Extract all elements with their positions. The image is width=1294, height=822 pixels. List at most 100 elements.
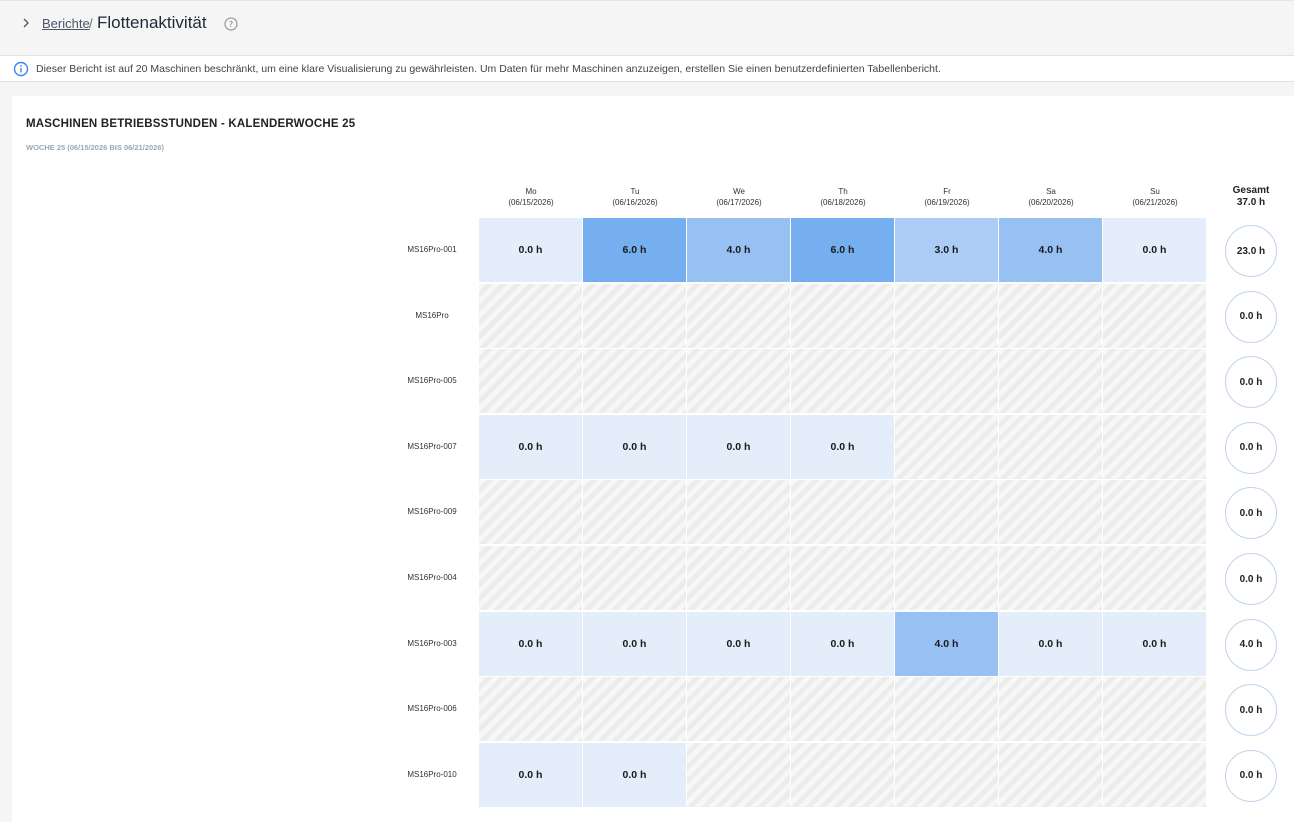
heatmap-cell-empty [895,546,998,610]
report-title: MASCHINEN BETRIEBSSTUNDEN - KALENDERWOCH… [26,118,356,130]
heatmap-cell[interactable]: 0.0 h [479,218,582,282]
heatmap-cell[interactable]: 4.0 h [999,218,1102,282]
heatmap-cell[interactable]: 0.0 h [479,414,582,479]
chevron-right-icon[interactable] [18,15,34,31]
heatmap-cell-empty [999,742,1102,807]
heatmap-cell[interactable]: 0.0 h [583,414,686,479]
row-total-circle: 0.0 h [1225,356,1277,409]
machine-label: MS16Pro-003 [407,638,457,648]
heatmap-cell[interactable]: 0.0 h [1103,218,1206,282]
day-name: Su [1150,187,1160,196]
heatmap-cell-empty [583,677,686,742]
heatmap-cell-empty [1103,349,1206,414]
heatmap-cell[interactable]: 0.0 h [999,611,1102,676]
heatmap-cell-empty [687,480,790,545]
heatmap-cell-empty [999,283,1102,348]
heatmap-cell-empty [999,546,1102,610]
heatmap-cell-empty [687,283,790,348]
help-circle-icon[interactable]: ? [224,17,238,31]
machine-label: MS16Pro-005 [407,376,457,386]
day-date: (06/16/2026) [612,198,658,207]
heatmap-cell[interactable]: 6.0 h [791,218,894,282]
report-subtitle: WOCHE 25 (06/15/2026 BIS 06/21/2026) [26,143,164,152]
heatmap-cell[interactable]: 6.0 h [583,218,686,282]
machine-label: MS16Pro-010 [407,769,457,779]
machine-label: MS16Pro-007 [407,441,457,451]
day-date: (06/20/2026) [1028,198,1074,207]
heatmap-cell[interactable]: 0.0 h [687,611,790,676]
row-total-circle: 4.0 h [1225,618,1277,671]
heatmap-cell[interactable]: 4.0 h [687,218,790,282]
day-header-th: Th (06/18/2026) [791,186,895,208]
heatmap-cell-empty [687,349,790,414]
heatmap-cell-empty [479,677,582,742]
heatmap-cell-empty [479,283,582,348]
day-name: Tu [630,187,640,196]
heatmap-cell-empty [791,742,894,807]
heatmap-cell-empty [791,480,894,545]
info-banner: Dieser Bericht ist auf 20 Maschinen besc… [0,55,1294,82]
day-header-sa: Sa (06/20/2026) [999,186,1103,208]
total-header-value: 37.0 h [1236,197,1266,208]
row-total-circle: 0.0 h [1225,290,1277,343]
heatmap-cell[interactable]: 0.0 h [479,742,582,807]
heatmap-cell-empty [791,283,894,348]
heatmap-cell-empty [583,283,686,348]
heatmap-cell-empty [999,414,1102,479]
machine-label: MS16Pro-009 [407,507,457,517]
heatmap-cell-empty [583,546,686,610]
heatmap-cell[interactable]: 0.0 h [479,611,582,676]
row-total-circle: 0.0 h [1225,487,1277,540]
heatmap-cell[interactable]: 0.0 h [791,611,894,676]
heatmap-cell[interactable]: 3.0 h [895,218,998,282]
day-header-fr: Fr (06/19/2026) [895,186,999,208]
total-header-label: Gesamt [1232,185,1270,196]
machine-label: MS16Pro-004 [407,573,457,582]
day-name: Fr [943,187,951,196]
heatmap-cell-empty [479,480,582,545]
heatmap-cell-empty [791,349,894,414]
breadcrumb-link-berichte[interactable]: Berichte [42,16,90,31]
row-total-circle: 0.0 h [1225,553,1277,605]
heatmap-cell-empty [479,546,582,610]
day-name: Sa [1046,187,1056,196]
info-icon [13,61,29,77]
heatmap-cell-empty [1103,546,1206,610]
page-title: Flottenaktivität [97,13,207,32]
day-date: (06/21/2026) [1132,198,1178,207]
day-date: (06/15/2026) [508,198,554,207]
heatmap-cell-empty [1103,414,1206,479]
heatmap-cell-empty [791,546,894,610]
heatmap-cell-empty [1103,480,1206,545]
svg-text:?: ? [229,20,233,29]
info-banner-text: Dieser Bericht ist auf 20 Maschinen besc… [36,63,941,75]
heatmap-cell-empty [687,546,790,610]
heatmap-cell-empty [791,677,894,742]
row-total-circle: 0.0 h [1225,684,1277,737]
heatmap-cell-empty [479,349,582,414]
day-name: Mo [525,187,537,196]
day-header-we: We (06/17/2026) [687,186,791,208]
machine-label: MS16Pro [415,310,449,320]
heatmap-cell[interactable]: 0.0 h [791,414,894,479]
day-header-su: Su (06/21/2026) [1103,186,1207,208]
day-date: (06/19/2026) [924,198,970,207]
heatmap-cell[interactable]: 0.0 h [1103,611,1206,676]
row-total-circle: 23.0 h [1225,225,1277,277]
heatmap-cell[interactable]: 4.0 h [895,611,998,676]
heatmap-cell-empty [895,414,998,479]
day-date: (06/17/2026) [716,198,762,207]
heatmap-cell-empty [895,283,998,348]
heatmap-cell[interactable]: 0.0 h [583,611,686,676]
report-card: MASCHINEN BETRIEBSSTUNDEN - KALENDERWOCH… [12,96,1294,822]
day-name: Th [838,187,848,196]
heatmap-cell[interactable]: 0.0 h [687,414,790,479]
heatmap-cell-empty [895,349,998,414]
day-header-tu: Tu (06/16/2026) [583,186,687,208]
row-total-circle: 0.0 h [1225,421,1277,474]
heatmap-cell-empty [687,677,790,742]
heatmap-cell-empty [895,480,998,545]
heatmap-cell-empty [1103,677,1206,742]
day-date: (06/18/2026) [820,198,866,207]
heatmap-cell[interactable]: 0.0 h [583,742,686,807]
